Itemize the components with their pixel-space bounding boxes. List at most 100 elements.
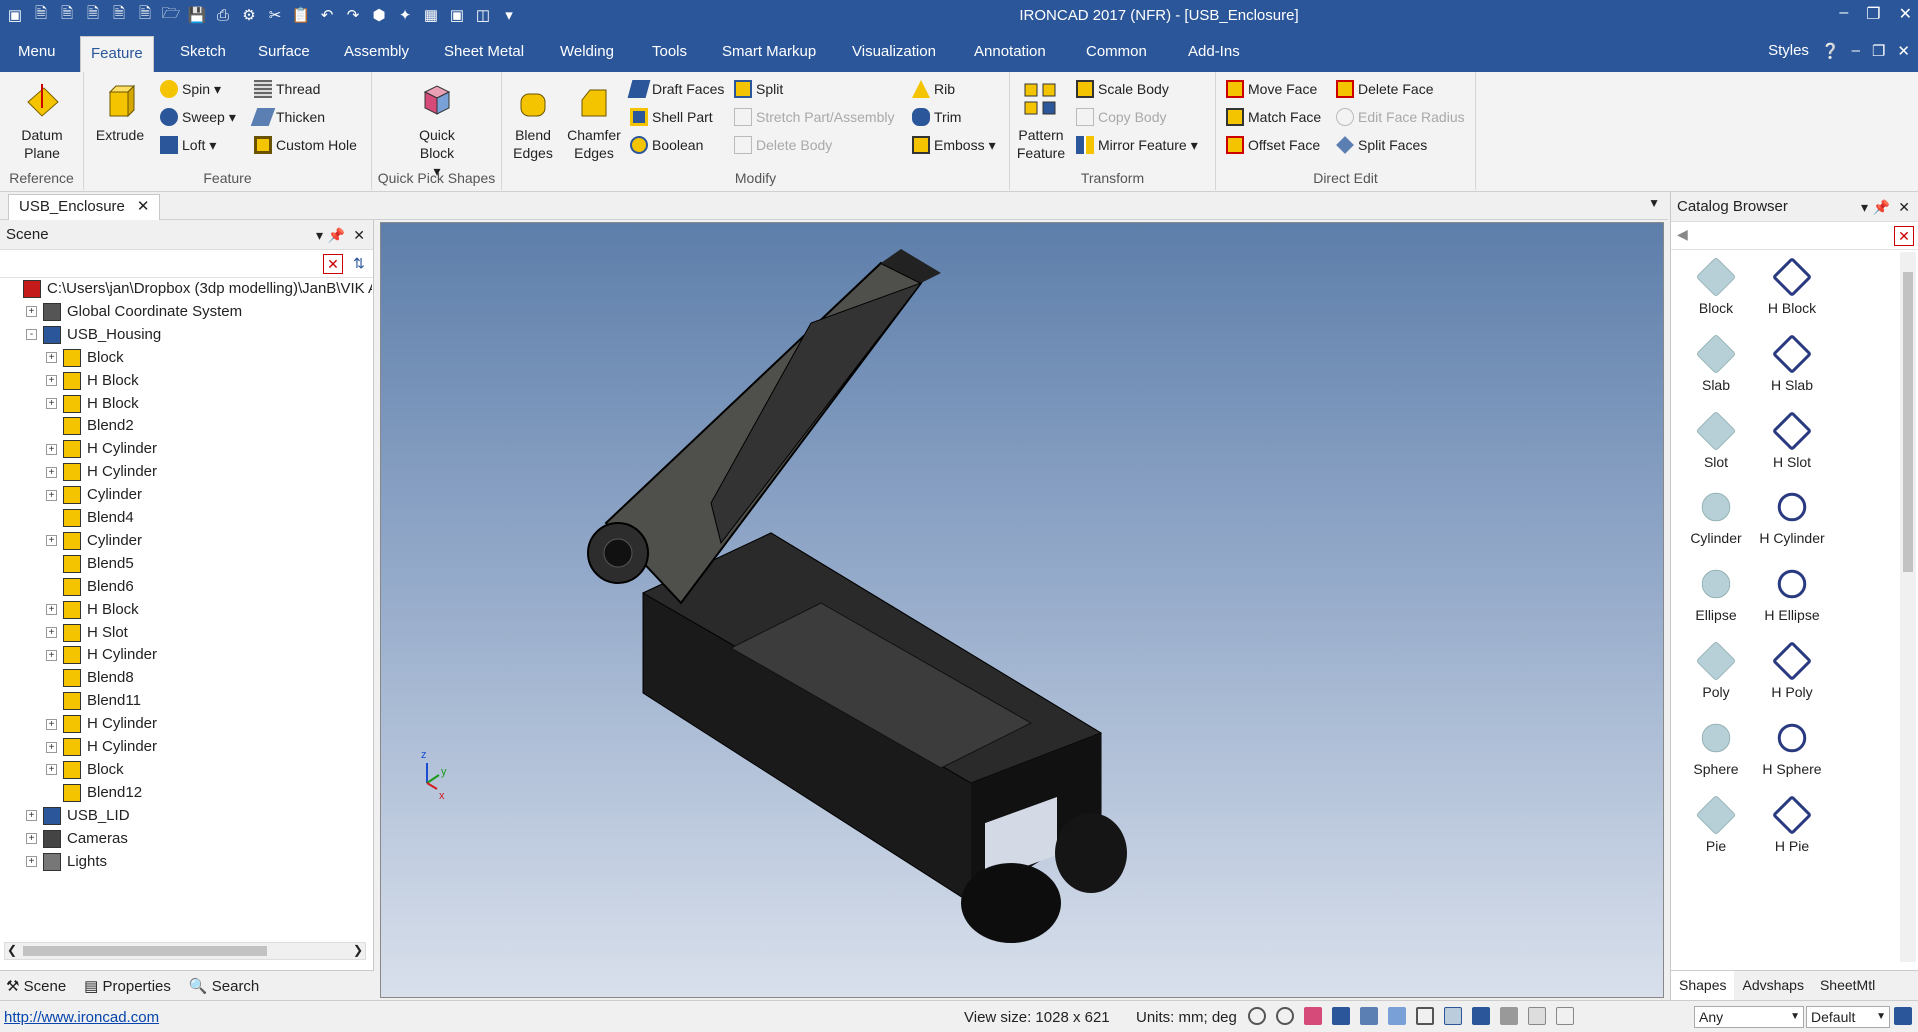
tab-visualization[interactable]: Visualization	[842, 32, 946, 72]
zoom-dropdown-icon[interactable]	[1276, 1007, 1294, 1025]
display-mode-icon[interactable]	[1444, 1007, 1462, 1025]
catalog-item-h-ellipse[interactable]: H Ellipse	[1747, 564, 1837, 623]
expand-icon[interactable]: +	[46, 718, 57, 730]
tab-sketch[interactable]: Sketch	[170, 32, 236, 72]
tab-advshaps[interactable]: Advshaps	[1734, 971, 1811, 1000]
close-tab-icon[interactable]: ✕	[137, 195, 150, 220]
move-face-button[interactable]: Move Face	[1226, 78, 1317, 100]
sweep-button[interactable]: Sweep ▾	[160, 106, 236, 128]
ironcad-website-link[interactable]: http://www.ironcad.com	[4, 1009, 159, 1026]
tree-item[interactable]: Blend4	[46, 507, 134, 529]
expand-icon[interactable]: +	[46, 535, 57, 547]
delete-body-button[interactable]: Delete Body	[734, 134, 832, 156]
selection-mode-icon[interactable]	[1556, 1007, 1574, 1025]
datum-plane-button[interactable]: Datum Plane	[10, 80, 74, 162]
scroll-right-icon[interactable]: ❯	[353, 943, 363, 957]
tree-item[interactable]: Blend11	[46, 690, 141, 712]
catalog-item-h-slab[interactable]: H Slab	[1747, 333, 1837, 393]
zoom-icon[interactable]	[1248, 1007, 1266, 1025]
tab-scene[interactable]: ⚒ Scene	[6, 977, 66, 995]
extrude-button[interactable]: Extrude	[94, 80, 146, 144]
expand-icon[interactable]: +	[46, 375, 57, 387]
expand-icon[interactable]: +	[26, 810, 37, 822]
expand-icon[interactable]: +	[46, 466, 57, 478]
thicken-button[interactable]: Thicken	[250, 106, 325, 128]
help-icon[interactable]: ❔	[1821, 42, 1840, 60]
expand-icon[interactable]: +	[26, 833, 37, 845]
doc-minimize-icon[interactable]: –	[1852, 42, 1860, 60]
split-button[interactable]: Split	[734, 78, 783, 100]
rib-button[interactable]: Rib	[912, 78, 955, 100]
pattern-feature-button[interactable]: Pattern Feature	[1014, 80, 1068, 162]
expand-icon[interactable]: +	[46, 604, 57, 616]
grid-toggle-icon[interactable]	[1894, 1007, 1912, 1025]
catalog-item-h-sphere[interactable]: H Sphere	[1747, 717, 1837, 777]
tree-item[interactable]: + Lights	[26, 851, 107, 873]
catalog-clear-icon[interactable]: ✕	[1894, 226, 1914, 246]
3d-viewport[interactable]: z y x	[380, 222, 1664, 998]
expand-icon[interactable]: +	[46, 489, 57, 501]
tree-item[interactable]: Blend12	[46, 782, 142, 804]
split-faces-button[interactable]: Split Faces	[1336, 134, 1427, 156]
tree-item[interactable]: + H Cylinder	[46, 461, 157, 483]
catalog-item-h-pie[interactable]: H Pie	[1747, 794, 1837, 854]
camera-icon[interactable]	[1360, 1007, 1378, 1025]
shell-part-button[interactable]: Shell Part	[630, 106, 713, 128]
minimize-icon[interactable]: –	[1839, 4, 1848, 24]
tab-feature[interactable]: Feature	[80, 36, 154, 72]
tree-item[interactable]: + Cameras	[26, 828, 128, 850]
quick-block-button[interactable]: Quick Block ▾	[402, 80, 472, 180]
tree-item[interactable]: + H Cylinder	[46, 438, 157, 460]
tab-assembly[interactable]: Assembly	[334, 32, 419, 72]
tree-item[interactable]: + USB_LID	[26, 805, 130, 827]
tab-smart-markup[interactable]: Smart Markup	[712, 32, 826, 72]
catalog-item-h-cylinder[interactable]: H Cylinder	[1747, 487, 1837, 546]
lighting-icon[interactable]	[1472, 1007, 1490, 1025]
expand-icon[interactable]: +	[46, 627, 57, 638]
stretch-part-button[interactable]: Stretch Part/Assembly	[734, 106, 895, 128]
custom-hole-button[interactable]: Custom Hole	[254, 134, 357, 156]
tree-item[interactable]: Blend2	[46, 415, 134, 437]
loft-button[interactable]: Loft ▾	[160, 134, 216, 156]
sort-icon[interactable]: ⇅	[349, 254, 369, 274]
tab-sheetmtl[interactable]: SheetMtl	[1812, 971, 1883, 1000]
spin-button[interactable]: Spin ▾	[160, 78, 221, 100]
catalog-close-icon[interactable]: ✕	[1898, 192, 1910, 222]
mirror-feature-button[interactable]: Mirror Feature ▾	[1076, 134, 1198, 156]
tab-tools[interactable]: Tools	[642, 32, 697, 72]
tab-welding[interactable]: Welding	[550, 32, 624, 72]
selection-filter-dropdown[interactable]: Any ▼	[1694, 1006, 1804, 1028]
panel-menu-icon[interactable]: ▾	[316, 220, 323, 250]
chamfer-edges-button[interactable]: Chamfer Edges	[562, 80, 626, 162]
restore-icon[interactable]: ❐	[1866, 4, 1880, 24]
tree-item[interactable]: - USB_Housing	[26, 324, 161, 346]
expand-icon[interactable]: +	[46, 741, 57, 753]
style-dropdown[interactable]: Default ▼	[1806, 1006, 1890, 1028]
catalog-menu-icon[interactable]: ▾	[1861, 192, 1868, 222]
hand-icon[interactable]	[1500, 1007, 1518, 1025]
tree-item[interactable]: C:\Users\jan\Dropbox (3dp modelling)\Jan…	[6, 278, 372, 300]
tree-item[interactable]: + Cylinder	[46, 530, 142, 552]
styles-dropdown[interactable]: Styles	[1768, 42, 1809, 60]
tree-item[interactable]: Blend8	[46, 667, 134, 689]
expand-icon[interactable]: +	[46, 352, 57, 364]
doc-close-icon[interactable]: ✕	[1897, 42, 1910, 60]
panel-close-icon[interactable]: ✕	[353, 220, 365, 250]
tab-common[interactable]: Common	[1076, 32, 1157, 72]
tree-item[interactable]: + H Slot	[46, 622, 128, 644]
expand-icon[interactable]: +	[26, 306, 37, 318]
tree-item[interactable]: + Cylinder	[46, 484, 142, 506]
catalog-pin-icon[interactable]: 📌	[1873, 192, 1890, 222]
select-pointer-icon[interactable]	[1528, 1007, 1546, 1025]
tab-search[interactable]: 🔍 Search	[189, 977, 259, 995]
doc-restore-icon[interactable]: ❐	[1872, 42, 1885, 60]
expand-icon[interactable]: +	[46, 764, 57, 776]
tree-item[interactable]: + Global Coordinate System	[26, 301, 242, 323]
tree-item[interactable]: + H Block	[46, 393, 139, 415]
expand-icon[interactable]: +	[46, 443, 57, 455]
tree-item[interactable]: + H Cylinder	[46, 644, 157, 666]
catalog-item-h-slot[interactable]: H Slot	[1747, 410, 1837, 470]
edit-face-radius-button[interactable]: Edit Face Radius	[1336, 106, 1465, 128]
tab-properties[interactable]: ▤ Properties	[84, 977, 171, 995]
shading-icon[interactable]	[1388, 1007, 1406, 1025]
